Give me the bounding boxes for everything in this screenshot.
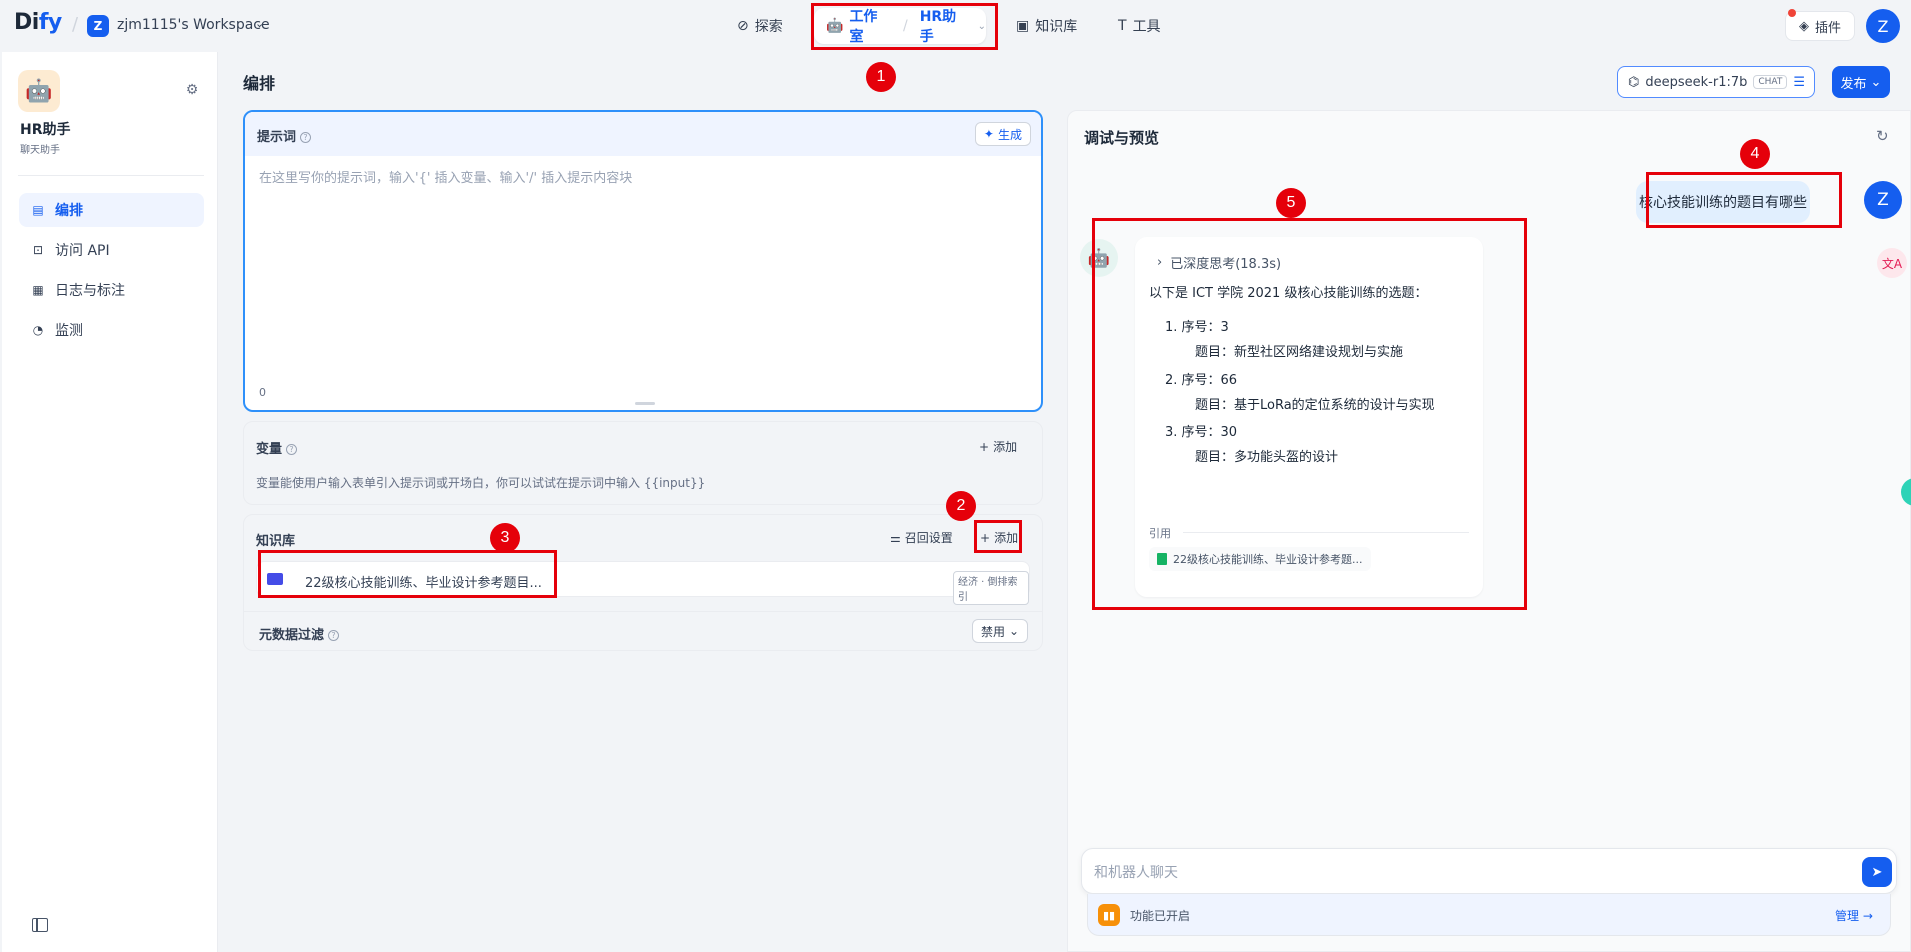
nav-explore-label: 探索: [754, 19, 783, 35]
model-icon: ⌬: [1628, 74, 1640, 90]
plugins-button[interactable]: ◈ 插件: [1785, 11, 1855, 41]
model-mode-badge: CHAT: [1753, 75, 1788, 89]
chevron-down-icon: ⌄: [1870, 74, 1882, 90]
sidebar-item-api[interactable]: ⊡ 访问 API: [19, 233, 204, 267]
prompt-editor-card: 提示词? ✦ 生成 在这里写你的提示词，输入'{' 插入变量、输入'/' 插入提…: [243, 110, 1043, 412]
hammer-icon: 𝖳: [1118, 18, 1127, 34]
annotation-box-4: [1646, 172, 1842, 228]
publish-label: 发布: [1840, 76, 1867, 92]
app-name: HR助手: [20, 122, 71, 138]
metadata-filter-label: 元数据过滤?: [259, 624, 340, 643]
page-title: 编排: [243, 74, 276, 93]
notification-dot: [1788, 9, 1796, 17]
workspace-name[interactable]: zjm1115's Workspace: [117, 17, 270, 33]
dify-logo[interactable]: Dify: [14, 10, 62, 35]
sidebar-item-logs[interactable]: ▦ 日志与标注: [19, 273, 204, 307]
annotation-badge-1: 1: [866, 62, 896, 92]
prompt-char-count: 0: [259, 386, 266, 399]
debug-title: 调试与预览: [1084, 129, 1160, 147]
cube-icon: ◈: [1798, 18, 1809, 34]
index-badge: 经济 · 倒排索引: [953, 571, 1029, 605]
sidebar-item-orchestrate[interactable]: ▤ 编排: [19, 193, 204, 227]
resize-handle[interactable]: [635, 402, 655, 405]
feature-icon: ▮▮: [1098, 904, 1120, 926]
terminal-icon: ⊡: [32, 243, 44, 257]
collapse-sidebar-icon[interactable]: [32, 918, 48, 932]
translate-icon[interactable]: 文A: [1877, 248, 1907, 278]
sparkle-icon: ✦: [983, 127, 994, 141]
nav-tools-label: 工具: [1132, 19, 1161, 35]
book-icon: ▣: [1016, 18, 1030, 34]
manage-link[interactable]: 管理 →: [1835, 907, 1873, 924]
breadcrumb-separator: /: [72, 14, 79, 35]
prompt-input[interactable]: 在这里写你的提示词，输入'{' 插入变量、输入'/' 插入提示内容块: [259, 167, 632, 186]
help-icon[interactable]: ?: [300, 132, 312, 143]
sidebar-divider: [18, 175, 204, 176]
layout-icon: ▤: [32, 203, 44, 217]
chevron-down-icon[interactable]: ⌄: [255, 17, 264, 30]
feature-bar: ▮▮ 功能已开启 管理 →: [1087, 894, 1891, 936]
prompt-header: 提示词? ✦ 生成: [245, 112, 1041, 156]
chat-input[interactable]: 和机器人聊天 ➤: [1081, 848, 1897, 894]
model-selector[interactable]: ⌬ deepseek-r1:7b CHAT ☰: [1617, 66, 1815, 98]
metadata-filter-value: 禁用: [980, 624, 1005, 639]
annotation-box-5: [1092, 218, 1527, 610]
add-label: 添加: [993, 440, 1018, 454]
plus-icon: +: [979, 439, 990, 454]
nav-tools[interactable]: 𝖳 工具: [1118, 14, 1161, 38]
sliders-icon[interactable]: ☰: [1793, 75, 1805, 90]
workspace-avatar[interactable]: Z: [87, 15, 109, 37]
annotation-badge-2: 2: [946, 491, 976, 521]
sidebar-item-label: 监测: [55, 323, 83, 339]
app-sidebar: 🤖 ⚙ HR助手 聊天助手 ▤ 编排 ⊡ 访问 API ▦ 日志与标注 ◔ 监测: [2, 52, 218, 952]
app-robot-icon: 🤖: [18, 70, 60, 112]
feature-status: 功能已开启: [1130, 909, 1191, 923]
sidebar-item-label: 访问 API: [55, 243, 110, 259]
generate-button[interactable]: ✦ 生成: [974, 122, 1031, 146]
nav-explore[interactable]: ⊘ 探索: [737, 14, 783, 38]
recall-settings-label: 召回设置: [904, 531, 953, 545]
app-type: 聊天助手: [20, 145, 60, 156]
nav-knowledge[interactable]: ▣ 知识库: [1016, 14, 1077, 38]
chat-placeholder: 和机器人聊天: [1094, 865, 1178, 881]
variables-label: 变量?: [256, 438, 298, 457]
annotation-badge-4: 4: [1740, 139, 1770, 169]
annotation-box-1: [811, 3, 998, 50]
user-avatar: Z: [1864, 181, 1902, 219]
add-variable-button[interactable]: + 添加: [979, 438, 1017, 455]
divider: [244, 611, 1042, 612]
chevron-down-icon: ⌄: [1008, 624, 1020, 638]
variables-card: 变量? + 添加 变量能使用户输入表单引入提示词或开场白，你可以试试在提示词中输…: [243, 421, 1043, 505]
compass-icon: ⊘: [737, 18, 749, 34]
nav-knowledge-label: 知识库: [1035, 19, 1078, 35]
sidebar-item-monitor[interactable]: ◔ 监测: [19, 313, 204, 347]
monitor-icon: ◔: [32, 323, 44, 337]
annotation-badge-5: 5: [1276, 188, 1306, 218]
metadata-filter-select[interactable]: 禁用 ⌄: [972, 619, 1028, 643]
sliders-icon: ⚌: [890, 530, 901, 545]
log-icon: ▦: [32, 283, 44, 297]
annotation-box-3: [258, 550, 557, 598]
variables-description: 变量能使用户输入表单引入提示词或开场白，你可以试试在提示词中输入 {{input…: [256, 476, 706, 490]
sidebar-item-label: 日志与标注: [55, 283, 125, 299]
publish-button[interactable]: 发布 ⌄: [1832, 66, 1890, 98]
knowledge-label: 知识库: [256, 534, 296, 549]
help-icon[interactable]: ?: [328, 630, 340, 641]
recall-settings-button[interactable]: ⚌ 召回设置: [890, 529, 953, 546]
settings-icon[interactable]: ⚙: [182, 80, 202, 100]
send-button[interactable]: ➤: [1862, 857, 1892, 887]
refresh-icon[interactable]: ↻: [1876, 127, 1889, 145]
annotation-box-2: [974, 520, 1022, 553]
sidebar-item-label: 编排: [55, 203, 83, 219]
annotation-badge-3: 3: [490, 523, 520, 553]
prompt-label: 提示词?: [257, 126, 312, 145]
model-name: deepseek-r1:7b: [1645, 74, 1748, 90]
plugins-label: 插件: [1814, 20, 1841, 36]
generate-label: 生成: [997, 127, 1022, 142]
user-avatar[interactable]: Z: [1866, 9, 1900, 43]
help-icon[interactable]: ?: [286, 444, 298, 455]
